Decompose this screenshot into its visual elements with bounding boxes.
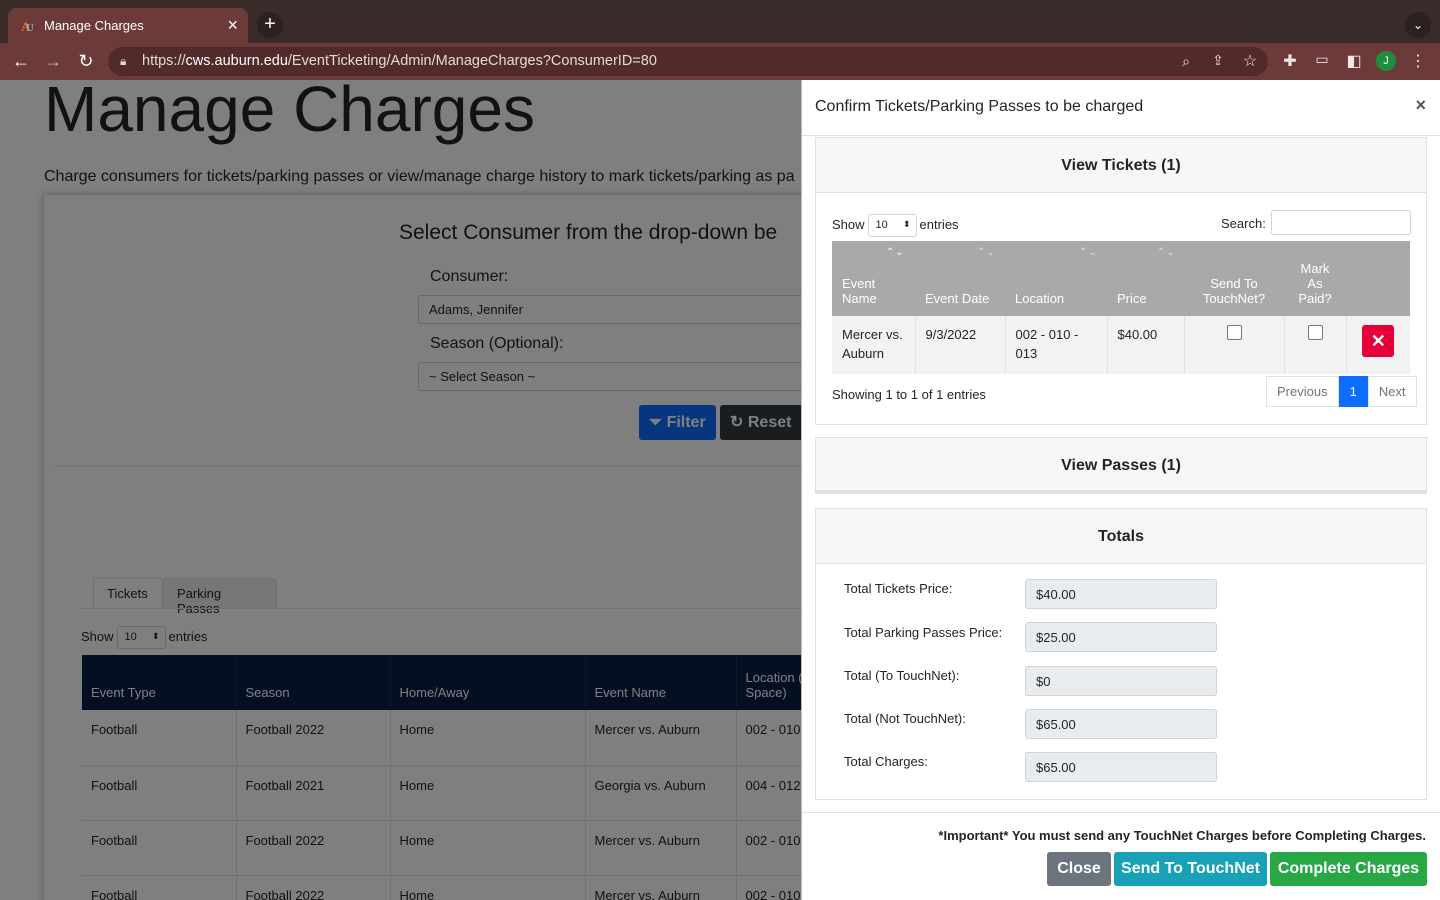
next-page-button[interactable]: Next [1367,376,1417,407]
total-tickets-label: Total Tickets Price: [844,581,953,596]
modal-header-divider [802,135,1440,136]
cell-price: $40.00 [1107,316,1185,374]
tab-title: Manage Charges [44,18,144,33]
back-arrow-icon[interactable]: ← [9,49,33,73]
modal-title: Confirm Tickets/Parking Passes to be cha… [815,98,1144,115]
col-label: Price [1117,291,1147,306]
show-label: Show [832,216,865,232]
col-label: Event Date [925,291,990,306]
table-row: Mercer vs. Auburn 9/3/2022 002 - 010 - 0… [832,316,1410,374]
cell-mark-paid [1284,316,1347,374]
cell-actions: ✕ [1346,316,1410,374]
share-icon[interactable]: ⇪ [1208,52,1228,69]
forward-arrow-icon[interactable]: → [41,49,65,73]
modal-footer-divider [802,812,1440,813]
complete-charges-button[interactable]: Complete Charges [1270,852,1427,886]
page-length-value: 10 [875,219,888,231]
more-menu-icon[interactable]: ⋮ [1408,51,1428,71]
tickets-show-entries: Show 10 entries [832,214,959,237]
url-text: https://cws.auburn.edu/EventTicketing/Ad… [142,53,657,69]
tickets-pagination: Previous 1 Next [1266,376,1417,407]
tickets-panel: View Tickets (1) Show 10 entries Search: ⌃… [815,137,1427,425]
lock-icon: 🔒︎ [120,54,127,68]
mark-paid-checkbox[interactable] [1307,325,1323,340]
search-label: Search: [1221,216,1266,231]
new-tab-button[interactable]: + [257,12,283,38]
reload-icon[interactable]: ↻ [74,49,98,73]
cell-event-name: Mercer vs. Auburn [832,316,916,374]
tickets-panel-title[interactable]: View Tickets (1) [816,138,1426,193]
tickets-table: ⌃⌄ Event Name ⌃⌄ Event Date ⌃⌄ Location ⌃⌄ P… [832,241,1410,374]
side-panel-icon[interactable]: ◧ [1344,51,1364,71]
col-event-date[interactable]: ⌃⌄ Event Date [915,241,1005,316]
remove-ticket-button[interactable]: ✕ [1362,325,1395,357]
previous-page-button[interactable]: Previous [1266,376,1339,407]
sort-icon: ⌃⌄ [886,247,905,258]
sort-icon: ⌃⌄ [977,247,996,258]
x-icon: ✕ [1370,331,1386,351]
svg-text:U: U [26,22,34,34]
sort-icon: ⌃⌄ [1157,247,1176,258]
cell-event-date: 9/3/2022 [915,316,1006,374]
close-button[interactable]: Close [1047,852,1111,886]
tickets-page-length-select[interactable]: 10 [867,214,917,237]
col-price[interactable]: ⌃⌄ Price [1107,241,1184,316]
send-to-touchnet-button[interactable]: Send To TouchNet [1114,852,1267,886]
address-bar[interactable]: 🔒︎ https://cws.auburn.edu/EventTicketing… [108,47,1268,76]
total-not-touchnet-label: Total (Not TouchNet): [844,711,966,726]
modal-close-icon[interactable]: × [1415,95,1426,116]
confirm-charges-modal: Confirm Tickets/Parking Passes to be cha… [801,80,1440,900]
extensions-puzzle-icon[interactable]: ✚ [1280,51,1300,71]
send-touchnet-checkbox[interactable] [1226,325,1242,340]
col-mark-paid: Mark As Paid? [1284,241,1346,316]
col-location[interactable]: ⌃⌄ Location [1005,241,1107,316]
total-parking-label: Total Parking Passes Price: [844,625,1003,640]
total-charges-field: $65.00 [1025,752,1217,782]
profile-avatar[interactable]: J [1376,51,1396,71]
total-to-touchnet-label: Total (To TouchNet): [844,668,960,683]
total-to-touchnet-field: $0 [1025,666,1217,696]
tab-search-chevron-icon[interactable]: ⌄ [1405,12,1431,38]
totals-panel: Totals Total Tickets Price: $40.00 Total… [815,508,1427,800]
tickets-search-input[interactable] [1271,210,1411,235]
cell-location: 002 - 010 - 013 [1005,316,1108,374]
zoom-icon[interactable]: ⌕ [1176,53,1196,70]
totals-panel-title: Totals [816,509,1426,564]
browser-toolbar: ← → ↻ 🔒︎ https://cws.auburn.edu/EventTic… [0,43,1440,80]
col-send-touchnet: Send To TouchNet? [1184,241,1284,316]
auburn-logo-icon: AU [21,19,34,34]
col-label: Location [1015,291,1065,306]
sort-icon: ⌃⌄ [1079,247,1098,258]
important-note: *Important* You must send any TouchNet C… [938,828,1426,843]
col-actions [1346,241,1410,316]
bookmark-star-icon[interactable]: ☆ [1240,51,1260,71]
total-parking-field: $25.00 [1025,622,1217,652]
cell-send-touchnet [1184,316,1285,374]
passes-panel-title[interactable]: View Passes (1) [816,438,1426,493]
passes-panel: View Passes (1) [815,437,1427,494]
col-label: Event Name [842,276,877,306]
browser-tab[interactable]: AU Manage Charges × [8,8,248,43]
total-tickets-field: $40.00 [1025,579,1217,609]
total-not-touchnet-field: $65.00 [1025,709,1217,739]
tab-close-icon[interactable]: × [227,15,238,36]
col-event-name[interactable]: ⌃⌄ Event Name [832,241,915,316]
cast-icon[interactable]: ▭ [1312,51,1332,68]
browser-tab-bar: AU Manage Charges × + ⌄ [0,0,1440,43]
page-1-button[interactable]: 1 [1338,376,1368,407]
entries-label: entries [919,216,959,232]
total-charges-label: Total Charges: [844,754,928,769]
tickets-showing-info: Showing 1 to 1 of 1 entries [832,387,986,402]
